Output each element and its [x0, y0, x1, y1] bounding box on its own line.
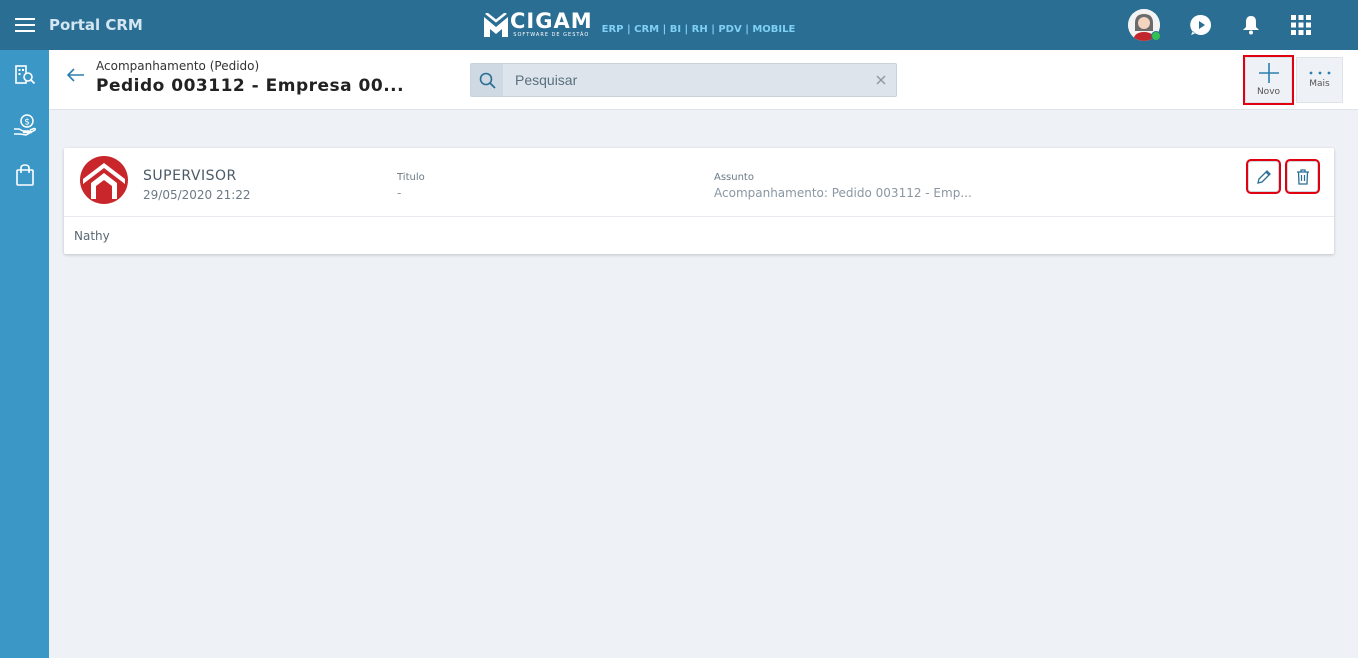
trash-icon [1296, 168, 1309, 185]
record-note: Nathy [74, 229, 110, 243]
sidebar: $ [0, 50, 49, 658]
record-datetime: 29/05/2020 21:22 [143, 188, 251, 202]
more-button-label: Mais [1309, 79, 1330, 89]
page-header: Acompanhamento (Pedido) Pedido 003112 - … [49, 50, 1358, 110]
assunto-value: Acompanhamento: Pedido 003112 - Emp... [714, 186, 972, 200]
plus-icon [1258, 63, 1279, 83]
titulo-label: Titulo [397, 172, 425, 183]
cigam-logo-icon [484, 12, 508, 37]
app-title: Portal CRM [49, 16, 143, 34]
record-card-header: SUPERVISOR 29/05/2020 21:22 Titulo - Ass… [64, 148, 1334, 217]
sidebar-item-finance[interactable]: $ [0, 100, 49, 150]
brand-tagline: SOFTWARE DE GESTÃO [513, 32, 590, 38]
company-logo-icon [80, 156, 128, 204]
search-button[interactable] [471, 64, 503, 96]
building-search-icon [14, 65, 35, 85]
online-status-dot [1151, 31, 1161, 41]
new-button-label: Novo [1256, 87, 1281, 97]
play-circle-icon [1190, 14, 1211, 36]
more-dots-icon [1309, 71, 1330, 75]
apps-button[interactable] [1288, 12, 1314, 38]
record-user: SUPERVISOR [143, 168, 237, 184]
menu-button[interactable] [0, 0, 49, 50]
record-card: SUPERVISOR 29/05/2020 21:22 Titulo - Ass… [64, 148, 1334, 254]
search-input[interactable] [503, 64, 866, 96]
clear-search-button[interactable] [866, 64, 896, 96]
close-icon [876, 75, 886, 85]
notifications-button[interactable] [1238, 12, 1264, 38]
edit-button[interactable] [1246, 159, 1281, 194]
arrow-left-icon [67, 68, 84, 82]
svg-text:$: $ [24, 118, 30, 128]
brand-logo: CIGAM SOFTWARE DE GESTÃO ERP | CRM | BI … [484, 11, 795, 38]
sidebar-item-orders[interactable] [0, 150, 49, 200]
more-button[interactable]: Mais [1296, 57, 1343, 103]
delete-button[interactable] [1285, 159, 1320, 194]
hand-money-icon: $ [13, 114, 36, 136]
shopping-bag-icon [15, 164, 34, 186]
search-icon [479, 72, 496, 89]
breadcrumb: Acompanhamento (Pedido) [96, 59, 260, 73]
play-button[interactable] [1188, 12, 1214, 38]
back-button[interactable] [65, 64, 87, 86]
titulo-value: - [397, 186, 402, 200]
page-title: Pedido 003112 - Empresa 00... [96, 76, 405, 96]
sidebar-item-clients[interactable] [0, 50, 49, 100]
search-bar [470, 63, 897, 97]
new-button[interactable]: Novo [1243, 55, 1294, 105]
menu-icon [14, 18, 35, 32]
brand-word: CIGAM [510, 9, 593, 33]
assunto-label: Assunto [714, 172, 754, 183]
brand-products: ERP | CRM | BI | RH | PDV | MOBILE [601, 23, 796, 35]
pencil-icon [1256, 169, 1271, 184]
bell-icon [1243, 16, 1259, 35]
apps-grid-icon [1291, 15, 1311, 35]
